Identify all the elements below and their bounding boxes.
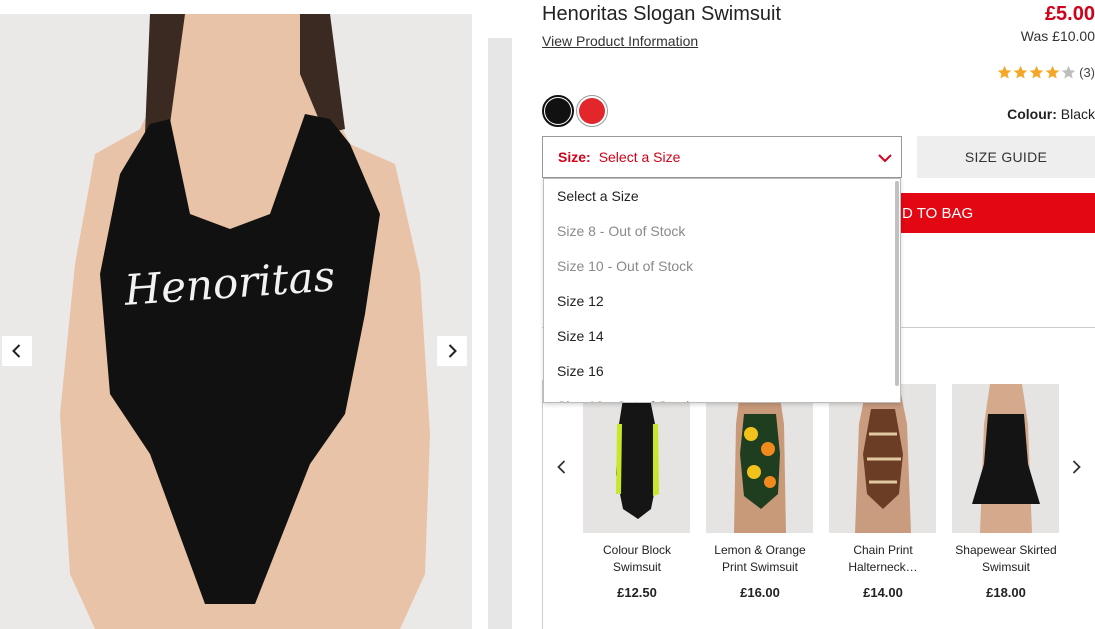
colour-label: Colour:	[1007, 106, 1057, 122]
size-option[interactable]: Size 14	[544, 319, 900, 354]
size-dropdown-list[interactable]: Select a Size Size 8 - Out of Stock Size…	[543, 178, 901, 403]
size-option[interactable]: Size 12	[544, 284, 900, 319]
size-guide-button[interactable]: SIZE GUIDE	[917, 136, 1095, 178]
related-product-card[interactable]: Chain Print Halterneck… £14.00	[829, 384, 937, 600]
chevron-down-icon	[878, 154, 892, 163]
related-product-price: £12.50	[617, 585, 657, 600]
review-count: (3)	[1079, 65, 1095, 80]
main-product-image: Henoritas	[0, 14, 472, 629]
thumbnail-strip[interactable]	[488, 38, 512, 629]
colour-value: Black	[1060, 106, 1095, 122]
star-full-icon	[1029, 65, 1044, 79]
was-price: Was £10.00	[1020, 28, 1095, 44]
size-option[interactable]: Size 16	[544, 354, 900, 389]
product-rating[interactable]: (3)	[997, 65, 1095, 80]
swatch-color	[545, 98, 571, 124]
related-product-image[interactable]	[583, 384, 690, 533]
size-option[interactable]: Size 10 - Out of Stock	[544, 249, 900, 284]
size-option[interactable]: Size 8 - Out of Stock	[544, 214, 900, 249]
colour-swatch-red[interactable]	[576, 95, 608, 127]
swatch-color	[579, 98, 605, 124]
related-product-card[interactable]: Colour Block Swimsuit £12.50	[583, 384, 691, 600]
related-product-name[interactable]: Lemon & Orange Print Swimsuit	[706, 542, 814, 576]
size-select[interactable]: Size: Select a Size	[542, 136, 902, 178]
related-product-name[interactable]: Shapewear Skirted Swimsuit	[952, 542, 1060, 576]
carousel-border	[542, 380, 543, 629]
dropdown-scrollbar[interactable]	[894, 179, 900, 402]
selected-colour: Colour: Black	[1007, 106, 1095, 122]
star-full-icon	[1013, 65, 1028, 79]
related-product-card[interactable]: Shapewear Skirted Swimsuit £18.00	[952, 384, 1060, 600]
chevron-right-icon	[448, 344, 457, 358]
chevron-right-icon	[1072, 460, 1081, 474]
related-product-name[interactable]: Chain Print Halterneck…	[829, 542, 937, 576]
star-empty-icon	[1061, 65, 1076, 79]
gallery-next-button[interactable]	[437, 336, 467, 366]
carousel-previous-button[interactable]	[550, 455, 574, 479]
add-to-bag-button[interactable]: D TO BAG	[880, 193, 1095, 233]
view-product-information-link[interactable]: View Product Information	[542, 33, 698, 49]
current-price: £5.00	[1044, 3, 1095, 25]
related-product-image[interactable]	[952, 384, 1059, 533]
related-product-price: £18.00	[986, 585, 1026, 600]
size-label: Size:	[558, 149, 591, 165]
chevron-left-icon	[12, 344, 21, 358]
star-full-icon	[1045, 65, 1060, 79]
size-option[interactable]: Size 18 - Out of Stock	[544, 389, 900, 402]
related-product-name[interactable]: Colour Block Swimsuit	[583, 542, 691, 576]
star-full-icon	[997, 65, 1012, 79]
gallery-previous-button[interactable]	[2, 336, 32, 366]
size-option[interactable]: Select a Size	[544, 179, 900, 214]
related-product-price: £14.00	[863, 585, 903, 600]
related-product-card[interactable]: Lemon & Orange Print Swimsuit £16.00	[706, 384, 814, 600]
colour-swatch-black[interactable]	[542, 95, 574, 127]
scrollbar-thumb[interactable]	[895, 181, 899, 386]
related-product-image[interactable]	[706, 384, 813, 533]
product-title: Henoritas Slogan Swimsuit	[542, 3, 781, 25]
related-product-price: £16.00	[740, 585, 780, 600]
chevron-left-icon	[557, 460, 566, 474]
size-selected-value: Select a Size	[598, 149, 681, 165]
carousel-next-button[interactable]	[1064, 455, 1088, 479]
related-product-image[interactable]	[829, 384, 936, 533]
